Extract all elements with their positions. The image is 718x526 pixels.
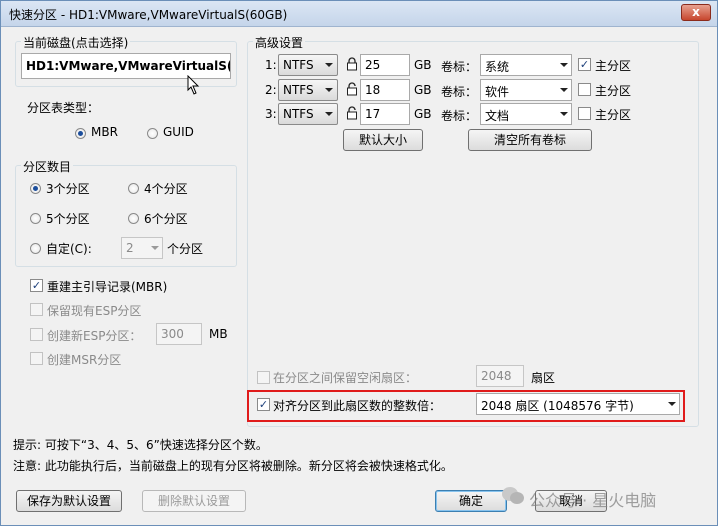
row-3-size-input[interactable]: 17 xyxy=(360,103,410,125)
row-1-size-input[interactable]: 25 xyxy=(360,54,410,76)
reserve-sectors-unit: 扇区 xyxy=(531,371,556,385)
align-partitions-checkbox[interactable]: ✓ xyxy=(257,398,270,411)
quick-partition-dialog: 快速分区 - HD1:VMware,VMwareVirtualS(60GB) x… xyxy=(0,0,718,526)
count-4-label[interactable]: 4个分区 xyxy=(144,180,188,197)
row-2-primary-checkbox[interactable] xyxy=(578,83,591,96)
count-3-radio[interactable] xyxy=(30,183,41,194)
guid-label[interactable]: GUID xyxy=(163,125,194,139)
create-esp-label: 创建新ESP分区： xyxy=(47,329,142,343)
hint-line-2: 注意: 此功能执行后，当前磁盘上的现有分区将被删除。新分区将会被快速格式化。 xyxy=(13,459,453,473)
row-1-fs-value: NTFS xyxy=(283,58,314,72)
chevron-down-icon xyxy=(325,88,333,92)
chevron-down-icon xyxy=(325,63,333,67)
count-3-label[interactable]: 3个分区 xyxy=(46,180,90,197)
chevron-down-icon xyxy=(325,112,333,116)
row-2-unit: GB xyxy=(414,83,432,97)
lock-icon[interactable] xyxy=(346,57,358,71)
row-1-primary-label[interactable]: 主分区 xyxy=(595,57,631,74)
row-2-volume-select[interactable]: 软件 xyxy=(480,79,572,101)
default-size-button[interactable]: 默认大小 xyxy=(343,129,423,151)
count-5-radio[interactable] xyxy=(30,213,41,224)
keep-esp-label: 保留现有ESP分区 xyxy=(47,304,142,318)
guid-radio[interactable] xyxy=(147,128,158,139)
row-1-fs-select[interactable]: NTFS xyxy=(278,54,338,76)
partition-count-label: 分区数目 xyxy=(21,158,74,175)
align-sectors-value: 2048 扇区 (1048576 字节) xyxy=(481,399,634,413)
reserve-sectors-input[interactable]: 2048 xyxy=(476,365,524,387)
row-3-index: 3: xyxy=(265,107,277,121)
row-2-size-input[interactable]: 18 xyxy=(360,79,410,101)
reserve-sectors-label: 在分区之间保留空闲扇区： xyxy=(273,371,418,385)
current-disk-label: 当前磁盘(点击选择) xyxy=(21,34,131,51)
count-4-radio[interactable] xyxy=(128,183,139,194)
title-bar[interactable]: 快速分区 - HD1:VMware,VMwareVirtualS(60GB) x xyxy=(1,1,717,27)
unlock-icon[interactable] xyxy=(346,82,358,96)
chevron-down-icon xyxy=(151,246,159,250)
custom-count-select[interactable]: 2 xyxy=(121,237,163,259)
window-title: 快速分区 - HD1:VMware,VMwareVirtualS(60GB) xyxy=(9,8,288,22)
advanced-settings-label: 高级设置 xyxy=(253,34,306,51)
delete-default-button[interactable]: 删除默认设置 xyxy=(142,490,246,512)
rebuild-mbr-label[interactable]: 重建主引导记录(MBR) xyxy=(47,278,167,295)
align-partitions-label[interactable]: 对齐分区到此扇区数的整数倍： xyxy=(273,397,441,414)
custom-count-suffix: 个分区 xyxy=(167,242,204,256)
chevron-down-icon xyxy=(668,402,676,406)
clear-labels-button[interactable]: 清空所有卷标 xyxy=(468,129,592,151)
create-msr-checkbox[interactable] xyxy=(30,352,43,365)
unlock-icon[interactable] xyxy=(346,106,358,120)
row-1-index: 1: xyxy=(265,58,277,72)
row-2-volume-label: 卷标： xyxy=(441,85,478,99)
mouse-cursor-icon xyxy=(187,75,200,95)
row-2-volume-value: 软件 xyxy=(485,85,510,99)
hint-line-1: 提示: 可按下“3、4、5、6”快速选择分区个数。 xyxy=(13,438,268,452)
align-sectors-select[interactable]: 2048 扇区 (1048576 字节) xyxy=(476,393,680,415)
count-5-label[interactable]: 5个分区 xyxy=(46,210,90,227)
row-1-volume-select[interactable]: 系统 xyxy=(480,54,572,76)
reserve-sectors-checkbox[interactable] xyxy=(257,371,270,384)
close-button[interactable]: x xyxy=(681,4,711,21)
chevron-down-icon xyxy=(560,112,568,116)
row-3-fs-value: NTFS xyxy=(283,107,314,121)
row-3-volume-select[interactable]: 文档 xyxy=(480,103,572,125)
close-icon: x xyxy=(692,5,700,19)
keep-esp-checkbox[interactable] xyxy=(30,303,43,316)
row-2-fs-value: NTFS xyxy=(283,83,314,97)
chevron-down-icon xyxy=(560,88,568,92)
row-1-volume-value: 系统 xyxy=(485,60,510,74)
custom-count-value: 2 xyxy=(126,241,134,255)
count-6-label[interactable]: 6个分区 xyxy=(144,210,188,227)
row-2-index: 2: xyxy=(265,83,277,97)
save-default-button[interactable]: 保存为默认设置 xyxy=(16,490,122,512)
row-2-primary-label[interactable]: 主分区 xyxy=(595,82,631,99)
mbr-radio[interactable] xyxy=(75,128,86,139)
count-custom-radio[interactable] xyxy=(30,243,41,254)
rebuild-mbr-checkbox[interactable]: ✓ xyxy=(30,279,43,292)
count-6-radio[interactable] xyxy=(128,213,139,224)
row-3-unit: GB xyxy=(414,107,432,121)
wechat-logo-icon xyxy=(502,487,524,504)
esp-size-input[interactable]: 300 xyxy=(156,323,202,345)
chevron-down-icon xyxy=(560,63,568,67)
row-2-fs-select[interactable]: NTFS xyxy=(278,79,338,101)
ok-button[interactable]: 确定 xyxy=(435,490,507,512)
row-1-primary-checkbox[interactable]: ✓ xyxy=(578,58,591,71)
row-3-fs-select[interactable]: NTFS xyxy=(278,103,338,125)
row-3-primary-checkbox[interactable] xyxy=(578,107,591,120)
watermark-text: 公众号 · 星火电脑 xyxy=(529,491,657,510)
mbr-label[interactable]: MBR xyxy=(91,125,118,139)
count-custom-label[interactable]: 自定(C): xyxy=(46,240,92,257)
partition-table-label: 分区表类型： xyxy=(27,101,100,115)
row-3-volume-label: 卷标： xyxy=(441,109,478,123)
row-3-primary-label[interactable]: 主分区 xyxy=(595,106,631,123)
esp-size-unit: MB xyxy=(209,327,228,341)
row-1-volume-label: 卷标： xyxy=(441,60,478,74)
row-3-volume-value: 文档 xyxy=(485,109,510,123)
create-msr-label: 创建MSR分区 xyxy=(47,353,122,367)
row-1-unit: GB xyxy=(414,58,432,72)
create-esp-checkbox[interactable] xyxy=(30,328,43,341)
